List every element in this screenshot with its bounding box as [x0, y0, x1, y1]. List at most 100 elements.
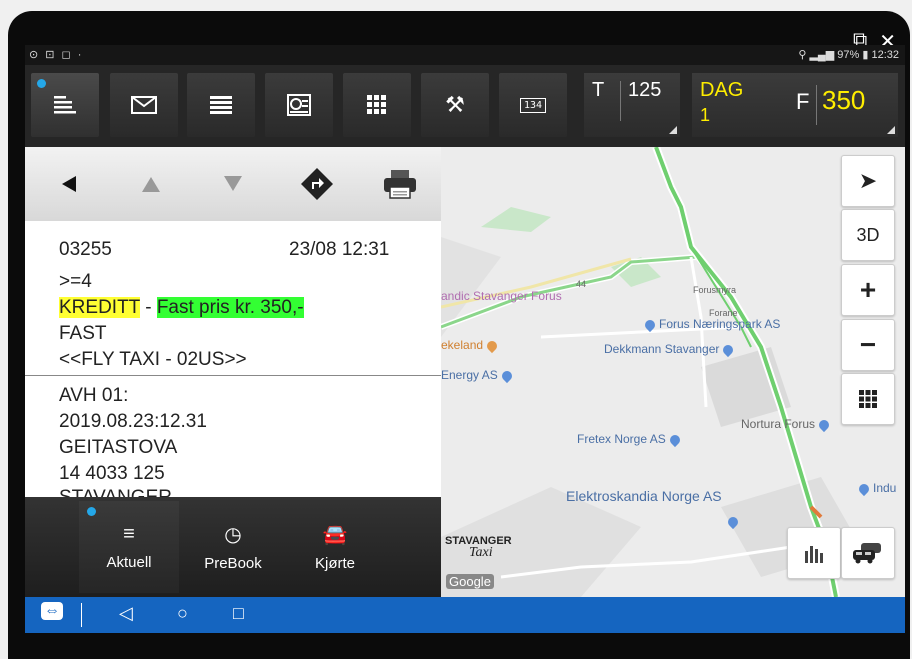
map-pin-icon	[721, 342, 736, 357]
taximeter-button[interactable]	[265, 73, 333, 137]
back-button[interactable]	[29, 153, 109, 215]
map-pin-icon	[642, 317, 658, 332]
job-panel: 03255 23/08 12:31 >=4 KREDITT - Fast pri…	[25, 147, 441, 597]
clock-icon: ◷	[224, 524, 242, 546]
display-button[interactable]: 134	[499, 73, 567, 137]
notification-dot	[87, 507, 96, 516]
grid-icon	[367, 95, 386, 114]
poi-fretex[interactable]: Fretex Norge AS	[577, 432, 684, 447]
tab-prebook[interactable]: ◷ PreBook	[183, 501, 283, 593]
display-icon: 134	[519, 97, 547, 113]
vehicles-button[interactable]	[841, 527, 895, 579]
map-pin-icon	[856, 481, 872, 496]
back-nav-icon[interactable]: ◁	[119, 603, 133, 624]
poi-indu[interactable]: Indu	[855, 481, 896, 496]
job-id: 03255	[59, 239, 112, 260]
job-type: FAST	[59, 323, 107, 344]
poi-dekkmann[interactable]: Dekkmann Stavanger	[604, 342, 737, 357]
tab-prebook-label: PreBook	[204, 555, 262, 572]
status-icons: ⊙ ⊡ ◻ ·	[29, 49, 84, 61]
car-icon: 🚘	[322, 524, 348, 546]
tools-button[interactable]: ⚒	[421, 73, 489, 137]
status-right: ⚲ ▂▄▆ 97% ▮ 12:32	[798, 48, 899, 61]
fixed-price: Fast pris kr. 350,-	[156, 297, 304, 318]
poi-ekeland[interactable]: ekeland	[441, 338, 501, 353]
pickup-address-no: 14 4033 125	[59, 463, 165, 484]
teamviewer-icon[interactable]: ⇔	[41, 602, 63, 620]
counter-dag-label: DAG	[700, 79, 744, 101]
counter-t[interactable]: T 125	[584, 73, 680, 137]
road-44-label: 44	[576, 279, 587, 289]
signal-icon: ▂▄▆	[809, 49, 835, 61]
tab-kjorte-label: Kjørte	[314, 555, 355, 572]
notification-dot	[37, 79, 46, 88]
job-note: <<FLY TAXI - 02US>>	[59, 349, 247, 370]
bottom-tab-bar: ≡ Aktuell ◷ PreBook 🚘 Kjørte	[25, 497, 441, 597]
counter-dag[interactable]: DAG 1 F 350	[692, 73, 898, 137]
poi-energy[interactable]: Energy AS	[441, 368, 516, 383]
counter-f-divider	[816, 85, 817, 125]
current-trips-button[interactable]	[31, 73, 99, 137]
menu-button[interactable]	[187, 73, 255, 137]
map-pin-icon	[484, 338, 500, 353]
location-arrow-icon: ➤	[858, 168, 878, 193]
down-arrow-icon	[224, 176, 242, 191]
battery-icon: ▮	[862, 49, 869, 61]
zoom-in-button[interactable]: +	[841, 264, 895, 316]
directions-icon	[301, 168, 333, 200]
poi-nortura[interactable]: Nortura Forus	[741, 417, 833, 432]
taximeter-icon	[287, 94, 311, 116]
print-button[interactable]	[361, 153, 439, 215]
pickup-label: AVH 01:	[59, 385, 129, 406]
counter-dag-sub: 1	[700, 105, 711, 125]
location-icon: ⚲	[798, 49, 807, 61]
pickup-street: GEITASTOVA	[59, 437, 178, 458]
recents-nav-icon[interactable]: □	[233, 603, 244, 624]
zoom-out-button[interactable]: −	[841, 319, 895, 371]
printer-icon	[384, 170, 416, 199]
bar-stats-icon	[805, 546, 823, 563]
tab-aktuell[interactable]: ≡ Aktuell	[79, 501, 179, 593]
map-3d-button[interactable]: 3D	[841, 209, 895, 261]
apps-button[interactable]	[343, 73, 411, 137]
place-forusmyra: Forusmyra	[693, 285, 737, 295]
list-icon	[54, 96, 76, 114]
cars-icon	[853, 543, 881, 564]
battery-level: 97%	[837, 49, 860, 61]
section-divider	[25, 375, 441, 376]
menu-icon	[210, 96, 232, 114]
scroll-down-button[interactable]	[193, 153, 273, 215]
counter-f-label: F	[796, 89, 810, 114]
my-location-button[interactable]: ➤	[841, 155, 895, 207]
dropdown-corner-icon	[669, 126, 677, 134]
nav-divider	[81, 603, 82, 627]
up-arrow-icon	[142, 177, 160, 192]
map-pin-icon	[816, 417, 832, 432]
status-bar: ⊙ ⊡ ◻ · ⚲ ▂▄▆ 97% ▮ 12:32	[25, 45, 905, 65]
zone-stats-button[interactable]	[787, 527, 841, 579]
scroll-up-button[interactable]	[111, 153, 191, 215]
pickup-time: 2019.08.23:12.31	[59, 411, 207, 432]
map-pin-icon	[667, 432, 682, 447]
android-nav-bar: ⇔ ◁ ○ □	[25, 597, 905, 633]
tab-kjorte[interactable]: 🚘 Kjørte	[285, 501, 385, 593]
payment-type: KREDITT	[59, 297, 140, 318]
poi-forus-naeringspark[interactable]: Forus Næringspark AS	[641, 317, 780, 332]
job-payment-line: KREDITT - Fast pris kr. 350,-	[59, 297, 304, 319]
stavanger-taxi-logo: STAVANGER Taxi	[445, 535, 512, 560]
list-icon: ≡	[123, 523, 135, 545]
navigate-button[interactable]	[277, 153, 357, 215]
counter-f-value: 350	[822, 85, 866, 115]
counter-t-divider	[620, 81, 621, 121]
messages-button[interactable]	[110, 73, 178, 137]
map-view[interactable]: andic Stavanger Forus 44 Forusmyra Foran…	[441, 147, 905, 597]
poi-elektroskandia[interactable]: Elektroskandia Norge AS	[566, 488, 722, 504]
map-grid-button[interactable]	[841, 373, 895, 425]
job-nav-row	[25, 147, 441, 221]
home-nav-icon[interactable]: ○	[177, 603, 188, 624]
job-passengers: >=4	[59, 271, 92, 292]
poi-stavanger-forus[interactable]: andic Stavanger Forus	[441, 289, 562, 303]
tab-aktuell-label: Aktuell	[106, 554, 152, 571]
payment-separator: -	[145, 297, 152, 318]
status-time: 12:32	[871, 49, 899, 61]
